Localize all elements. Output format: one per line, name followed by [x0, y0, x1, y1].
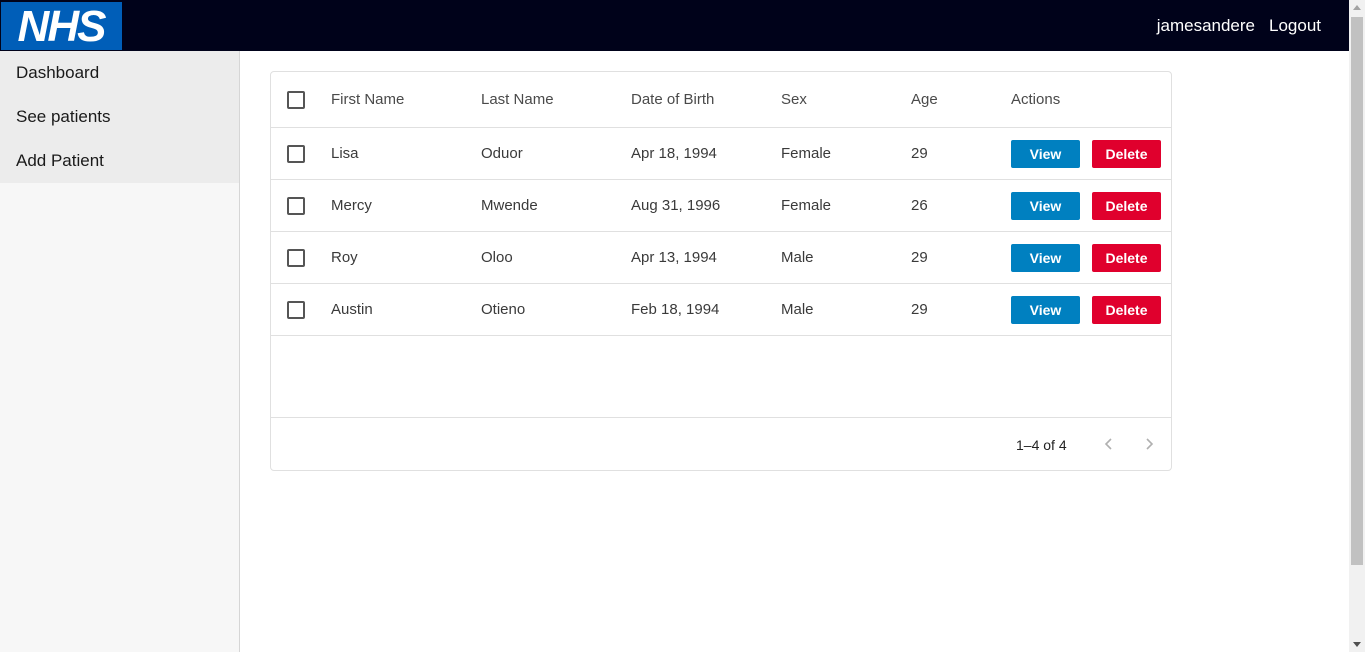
cell-last-name: Oduor	[481, 145, 523, 162]
nhs-logo[interactable]: NHS	[1, 2, 122, 50]
cell-sex: Female	[781, 145, 832, 162]
column-header-sex[interactable]: Sex	[781, 72, 807, 127]
cell-first-name: Mercy	[331, 197, 372, 214]
row-select-cell	[287, 284, 305, 335]
cell-dob: Apr 18, 1994	[631, 145, 717, 162]
cell-actions: View Delete	[1011, 284, 1161, 335]
table-row[interactable]: Lisa Oduor Apr 18, 1994 Female 29 View D…	[271, 128, 1171, 180]
row-select-cell	[287, 180, 305, 231]
cell-last-name: Mwende	[481, 197, 538, 214]
cell-sex: Male	[781, 301, 814, 318]
row-checkbox[interactable]	[287, 248, 305, 267]
table-row[interactable]: Mercy Mwende Aug 31, 1996 Female 26 View…	[271, 180, 1171, 232]
column-header-age[interactable]: Age	[911, 72, 938, 127]
logo-text: NHS	[18, 4, 107, 48]
cell-dob: Feb 18, 1994	[631, 301, 720, 318]
column-header-actions: Actions	[1011, 91, 1061, 108]
row-select-cell	[287, 232, 305, 283]
cell-age: 29	[911, 145, 928, 162]
cell-actions: View Delete	[1011, 180, 1161, 231]
user-area: jamesandere Logout	[1157, 0, 1321, 51]
cell-first-name: Roy	[331, 249, 358, 266]
previous-page-button[interactable]	[1097, 432, 1121, 456]
patients-table: First Name Last Name Date of Birth Sex A…	[270, 71, 1172, 471]
cell-last-name: Otieno	[481, 301, 526, 318]
cell-last-name: Oloo	[481, 249, 513, 266]
sidebar-nav: Dashboard See patients Add Patient	[0, 51, 239, 183]
table-row[interactable]: Austin Otieno Feb 18, 1994 Male 29 View …	[271, 284, 1171, 336]
cell-dob: Aug 31, 1996	[631, 197, 721, 214]
cell-dob: Apr 13, 1994	[631, 249, 717, 266]
cell-first-name: Austin	[331, 301, 373, 318]
cell-first-name: Lisa	[331, 145, 359, 162]
sidebar-item-add-patient[interactable]: Add Patient	[0, 139, 239, 183]
cell-actions: View Delete	[1011, 232, 1161, 283]
table-footer: 1–4 of 4	[271, 417, 1171, 470]
next-page-button[interactable]	[1137, 432, 1161, 456]
scroll-up-arrow-icon[interactable]	[1353, 5, 1361, 10]
delete-button[interactable]: Delete	[1092, 139, 1161, 168]
select-all-cell	[287, 72, 305, 127]
view-button[interactable]: View	[1011, 139, 1080, 168]
view-button[interactable]: View	[1011, 243, 1080, 272]
cell-age: 29	[911, 249, 928, 266]
chevron-right-icon	[1146, 438, 1154, 450]
delete-button[interactable]: Delete	[1092, 295, 1161, 324]
sidebar-item-see-patients[interactable]: See patients	[0, 95, 239, 139]
delete-button[interactable]: Delete	[1092, 191, 1161, 220]
nhs-logo-graphic: NHS	[18, 4, 109, 48]
row-checkbox[interactable]	[287, 144, 305, 163]
row-checkbox[interactable]	[287, 300, 305, 319]
cell-age: 26	[911, 197, 928, 214]
cell-actions: View Delete	[1011, 128, 1161, 179]
view-button[interactable]: View	[1011, 295, 1080, 324]
table-row[interactable]: Roy Oloo Apr 13, 1994 Male 29 View Delet…	[271, 232, 1171, 284]
scroll-down-arrow-icon[interactable]	[1353, 642, 1361, 647]
row-checkbox[interactable]	[287, 196, 305, 215]
chevron-left-icon	[1104, 438, 1112, 450]
sidebar: Dashboard See patients Add Patient	[0, 51, 240, 652]
column-header-dob[interactable]: Date of Birth	[631, 72, 714, 127]
row-select-cell	[287, 128, 305, 179]
sidebar-item-dashboard[interactable]: Dashboard	[0, 51, 239, 95]
table-header-row: First Name Last Name Date of Birth Sex A…	[271, 72, 1171, 128]
view-button[interactable]: View	[1011, 191, 1080, 220]
scrollbar-thumb[interactable]	[1351, 17, 1363, 565]
cell-age: 29	[911, 301, 928, 318]
column-header-last-name[interactable]: Last Name	[481, 72, 554, 127]
cell-sex: Female	[781, 197, 832, 214]
pagination-range: 1–4 of 4	[1016, 436, 1067, 453]
column-header-first-name[interactable]: First Name	[331, 72, 404, 127]
cell-sex: Male	[781, 249, 814, 266]
logout-link[interactable]: Logout	[1269, 16, 1321, 36]
delete-button[interactable]: Delete	[1092, 243, 1161, 272]
top-bar: NHS jamesandere Logout	[0, 0, 1349, 51]
username: jamesandere	[1156, 15, 1255, 35]
page-scrollbar[interactable]	[1349, 0, 1365, 652]
select-all-checkbox[interactable]	[287, 90, 305, 109]
